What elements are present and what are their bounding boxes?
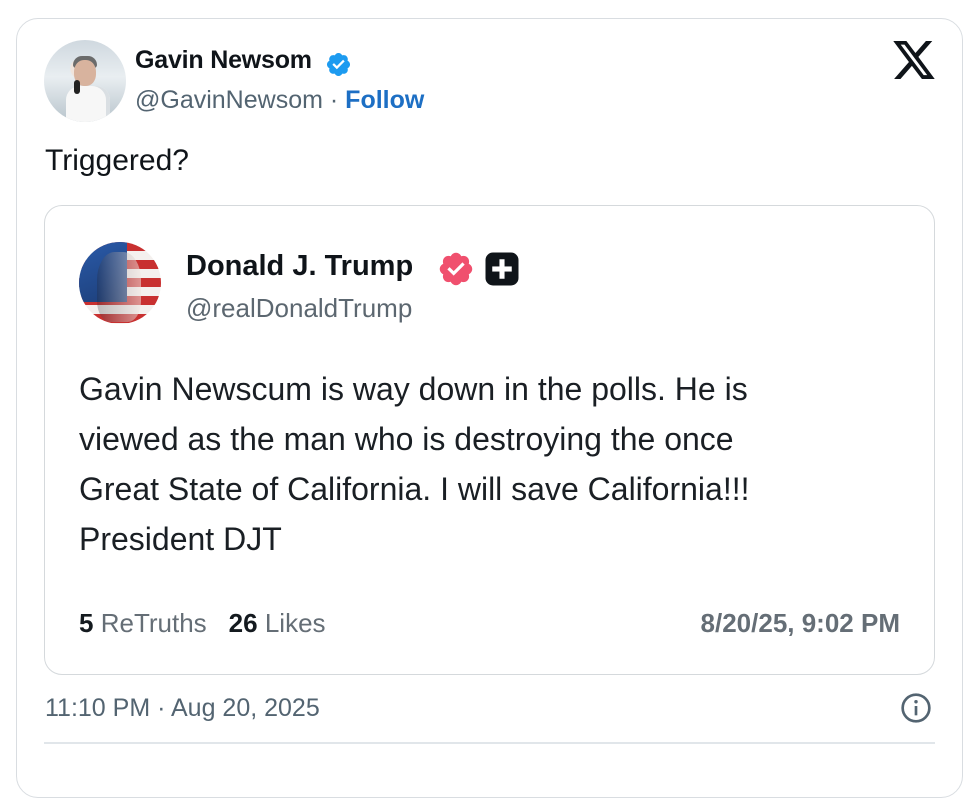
separator-dot: · xyxy=(329,86,339,114)
info-icon[interactable] xyxy=(900,692,932,724)
quoted-post-line: President DJT xyxy=(79,521,282,557)
quoted-post-body: Gavin Newscum is way down in the polls. … xyxy=(79,364,909,564)
quoted-author-handle[interactable]: @realDonaldTrump xyxy=(186,293,412,324)
quoted-post-timestamp: 8/20/25, 9:02 PM xyxy=(700,608,900,638)
divider xyxy=(44,742,935,744)
retruths-count: 5 xyxy=(79,608,94,638)
x-logo-icon[interactable] xyxy=(893,41,935,79)
quoted-author-name[interactable]: Donald J. Trump xyxy=(186,250,413,283)
retruths-label: ReTruths xyxy=(100,608,207,638)
author-handle-row: @GavinNewsom · Follow xyxy=(135,86,424,115)
author-avatar[interactable] xyxy=(44,40,126,122)
truth-verified-badge-icon xyxy=(439,252,473,286)
quoted-author-avatar[interactable] xyxy=(79,242,161,324)
quoted-post-line: Great State of California. I will save C… xyxy=(79,471,750,507)
verified-badge-icon xyxy=(326,52,351,77)
quoted-post-line: viewed as the man who is destroying the … xyxy=(79,421,734,457)
quoted-post-stats: 5 ReTruths 26 Likes xyxy=(79,608,326,639)
likes-count: 26 xyxy=(228,608,258,638)
author-name[interactable]: Gavin Newsom xyxy=(135,46,312,75)
quoted-post-line: Gavin Newscum is way down in the polls. … xyxy=(79,371,748,407)
follow-button[interactable]: Follow xyxy=(345,86,424,114)
tweet-text: Triggered? xyxy=(45,144,189,177)
likes-label: Likes xyxy=(264,608,326,638)
plus-badge-icon xyxy=(485,252,519,286)
retruths-stat[interactable]: 5 ReTruths xyxy=(79,608,207,638)
tweet-timestamp[interactable]: 11:10 PM · Aug 20, 2025 xyxy=(45,694,320,723)
likes-stat[interactable]: 26 Likes xyxy=(229,608,326,638)
author-handle[interactable]: @GavinNewsom xyxy=(135,86,323,114)
